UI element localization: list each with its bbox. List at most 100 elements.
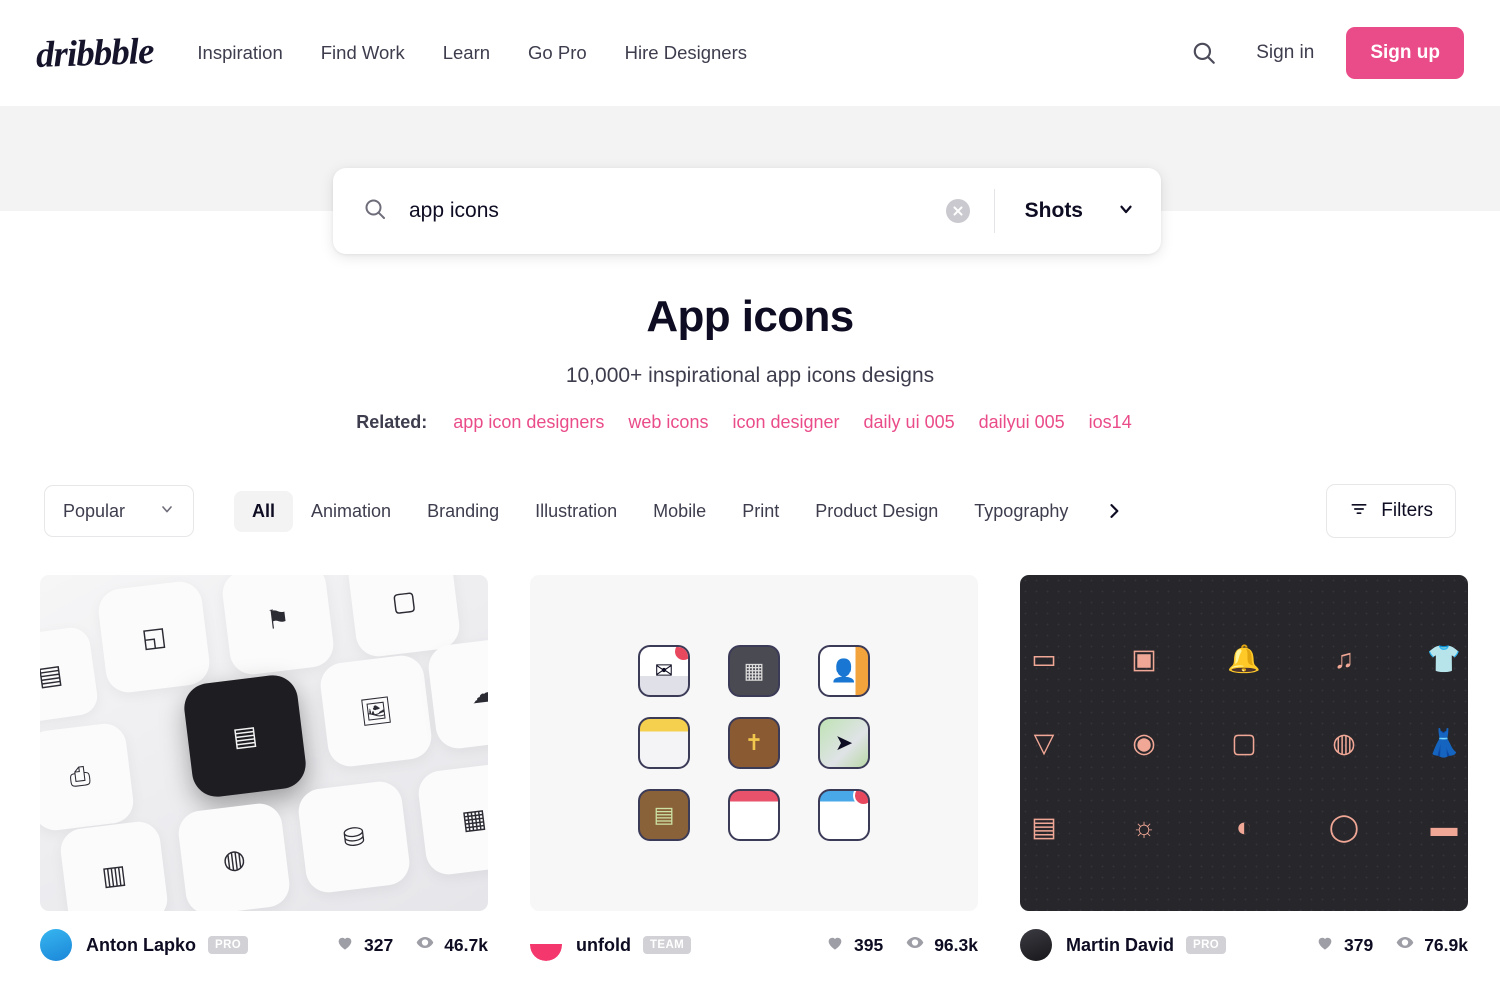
view-stat: 46.7k [415,933,488,957]
shot-thumbnail[interactable]: ▤ ◱ ⚑ ▢ ⎙ ▤ 🖼 ☁ ▥ ◍ ⛁ ▦ [40,575,488,911]
view-count: 96.3k [934,934,978,955]
like-count: 379 [1344,934,1374,955]
like-stat[interactable]: 327 [335,933,393,957]
related-tag-web-icons[interactable]: web icons [616,412,720,433]
avatar[interactable] [1020,929,1052,961]
status-badge: PRO [1186,936,1227,954]
dribbble-search-page: dribbble Inspiration Find Work Learn Go … [0,0,1500,1000]
calculator-app-icon: ▦ [728,645,780,697]
bell-icon: 🔔 [1227,644,1261,674]
deco-tile: ☁ [426,635,488,751]
header-actions: Sign in Sign up [1182,27,1464,79]
chevron-right-icon[interactable] [1094,491,1134,531]
avatar[interactable] [40,929,72,961]
category-tab-branding[interactable]: Branding [409,491,517,532]
camera-icon: ◉ [1132,727,1156,758]
clipboard-app-icon: ▤ [638,789,690,841]
related-label: Related: [356,412,428,432]
search-scope-label: Shots [1024,199,1083,222]
basket-icon: ▽ [1033,727,1055,758]
nav-item-inspiration[interactable]: Inspiration [189,42,301,64]
avatar[interactable] [530,929,562,961]
search-input-icon [363,197,387,226]
filters-button[interactable]: Filters [1326,484,1456,538]
shot-artwork-flat-icons: ✉ ▦ 👤 ✝ ➤ ▤ [530,575,978,911]
search-icon[interactable] [1182,31,1226,75]
page-subtitle: 10,000+ inspirational app icons designs [565,364,935,387]
deco-tile: ⛁ [296,779,412,895]
related-tag-app-icon-designers[interactable]: app icon designers [441,412,616,433]
chevron-down-icon [1117,200,1135,223]
related-tag-ios14[interactable]: ios14 [1077,412,1144,433]
shot-author-name[interactable]: Martin David [1066,935,1174,956]
like-stat[interactable]: 379 [1315,933,1373,957]
category-tab-mobile[interactable]: Mobile [635,491,724,532]
shot-thumbnail[interactable]: ▭ ▣ 🔔 ♫ 👕 ▽ ◉ ▢ ◍ 👗 ▤ ☼ ◐ ◯ ▬ [1020,575,1468,911]
sign-in-link[interactable]: Sign in [1238,42,1332,64]
deco-tile: ▤ [40,625,100,725]
deco-tile: ◍ [176,801,292,911]
eye-icon [1395,933,1415,957]
category-tab-product-design[interactable]: Product Design [797,491,956,532]
shot-artwork-light-tiles: ▤ ◱ ⚑ ▢ ⎙ ▤ 🖼 ☁ ▥ ◍ ⛁ ▦ [40,575,488,911]
search-divider [993,189,995,233]
category-tabs: All Animation Branding Illustration Mobi… [234,490,1134,532]
shot-thumbnail[interactable]: ✉ ▦ 👤 ✝ ➤ ▤ [530,575,978,911]
shot-stats: 327 46.7k [335,933,488,957]
nav-item-go-pro[interactable]: Go Pro [509,42,606,64]
nav-item-find-work[interactable]: Find Work [302,42,424,64]
primary-nav: Inspiration Find Work Learn Go Pro Hire … [189,42,766,64]
shot-author-name[interactable]: unfold [576,935,631,956]
icon-grid: ▭ ▣ 🔔 ♫ 👕 ▽ ◉ ▢ ◍ 👗 ▤ ☼ ◐ ◯ ▬ [1020,634,1468,852]
filter-toolbar: Popular All Animation Branding Illustrat… [0,484,1500,538]
contacts-app-icon: 👤 [818,645,870,697]
sort-dropdown[interactable]: Popular [44,485,194,537]
idea-icon: ☼ [1131,811,1157,842]
search-scope-dropdown[interactable]: Shots [1025,199,1135,223]
like-stat[interactable]: 395 [825,933,883,957]
shot-stats: 379 76.9k [1315,933,1468,957]
deco-tile: ⚑ [220,575,336,677]
close-circle-icon[interactable] [945,199,970,223]
nav-item-learn[interactable]: Learn [424,42,509,64]
hero-section: App icons 10,000+ inspirational app icon… [0,292,1500,433]
chevron-down-icon [159,501,175,522]
shot-stats: 395 96.3k [825,933,978,957]
category-tab-animation[interactable]: Animation [293,491,409,532]
category-tab-typography[interactable]: Typography [956,491,1086,532]
icon-grid: ✉ ▦ 👤 ✝ ➤ ▤ [638,645,870,841]
shot-meta: Anton Lapko PRO 327 46.7k [40,929,488,961]
view-stat: 76.9k [1395,933,1468,957]
shot-artwork-dark-line-icons: ▭ ▣ 🔔 ♫ 👕 ▽ ◉ ▢ ◍ 👗 ▤ ☼ ◐ ◯ ▬ [1020,575,1468,911]
search-input[interactable] [409,199,946,223]
briefcase-icon: ▬ [1430,811,1458,842]
notification-badge-dot [853,791,868,806]
notes-app-icon [638,717,690,769]
palette-icon: ◐ [1235,811,1253,842]
deco-tile: ▦ [416,761,488,877]
category-tab-all[interactable]: All [234,490,294,532]
category-tab-illustration[interactable]: Illustration [517,491,635,532]
status-badge: PRO [208,936,249,954]
nav-item-hire-designers[interactable]: Hire Designers [606,42,766,64]
sign-up-button[interactable]: Sign up [1346,27,1464,79]
shot-card: ▤ ◱ ⚑ ▢ ⎙ ▤ 🖼 ☁ ▥ ◍ ⛁ ▦ Anton Lapko PRO [40,575,488,961]
filter-icon [1349,499,1369,524]
deco-tile: ◱ [96,579,212,695]
deco-tile: ⎙ [40,721,136,833]
shot-author-name[interactable]: Anton Lapko [86,935,196,956]
bible-app-icon: ✝ [728,717,780,769]
calendar-app-icon [728,789,780,841]
deco-tile: 🖼 [318,653,434,769]
category-tab-print[interactable]: Print [724,491,797,532]
dribbble-logo[interactable]: dribbble [35,29,154,76]
related-tag-daily-ui-005[interactable]: daily ui 005 [852,412,967,433]
mail-app-icon: ✉ [638,645,690,697]
shopping-bag-icon: ▢ [1231,727,1257,758]
related-tags: Related: app icon designers web icons ic… [0,412,1500,433]
view-count: 46.7k [444,934,488,955]
shot-meta: Martin David PRO 379 76.9k [1020,929,1468,961]
related-tag-dailyui-005[interactable]: dailyui 005 [967,412,1077,433]
compass-icon: ◍ [1332,727,1356,758]
related-tag-icon-designer[interactable]: icon designer [720,412,851,433]
